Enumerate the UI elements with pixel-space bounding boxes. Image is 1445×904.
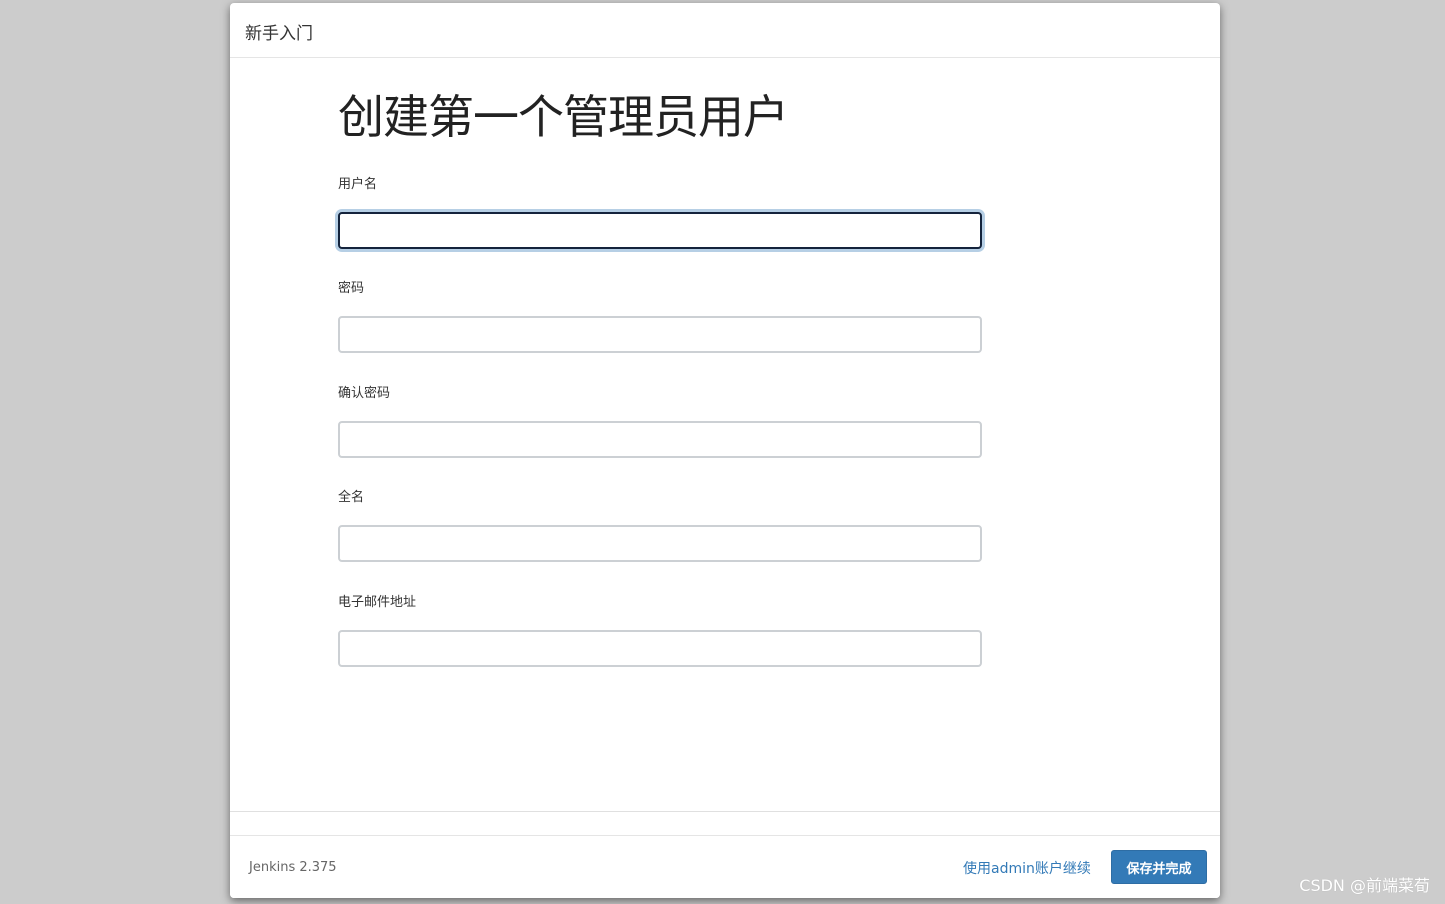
page-title: 创建第一个管理员用户: [338, 90, 789, 144]
username-label: 用户名: [338, 177, 378, 192]
dialog-footer: Jenkins 2.375 使用admin账户继续 保存并完成: [230, 835, 1220, 898]
watermark: CSDN @前端菜荀: [1299, 876, 1430, 895]
save-and-finish-button[interactable]: 保存并完成: [1111, 850, 1207, 884]
fullname-input[interactable]: [338, 525, 982, 562]
password-field-group: 密码: [338, 280, 983, 353]
email-input[interactable]: [338, 630, 982, 667]
fullname-field-group: 全名: [338, 489, 983, 562]
confirm-password-input[interactable]: [338, 421, 982, 458]
password-label: 密码: [338, 281, 365, 296]
email-label: 电子邮件地址: [338, 595, 417, 610]
footer-divider: [230, 811, 1220, 812]
email-field-group: 电子邮件地址: [338, 594, 983, 667]
username-input[interactable]: [338, 212, 982, 249]
create-admin-form: 创建第一个管理员用户 用户名 密码 确认密码 全名 电子邮件地址: [338, 88, 983, 667]
confirm-password-field-group: 确认密码: [338, 385, 983, 458]
version-label: Jenkins 2.375: [249, 860, 337, 875]
fullname-label: 全名: [338, 490, 365, 505]
dialog-header: 新手入门: [230, 3, 1220, 58]
password-input[interactable]: [338, 316, 982, 353]
setup-wizard-dialog: 新手入门 创建第一个管理员用户 用户名 密码 确认密码 全名 电子邮件地址 Je…: [230, 3, 1220, 898]
continue-as-admin-link[interactable]: 使用admin账户继续: [963, 858, 1091, 878]
dialog-title: 新手入门: [245, 24, 313, 44]
confirm-password-label: 确认密码: [338, 386, 391, 401]
username-field-group: 用户名: [338, 176, 983, 249]
